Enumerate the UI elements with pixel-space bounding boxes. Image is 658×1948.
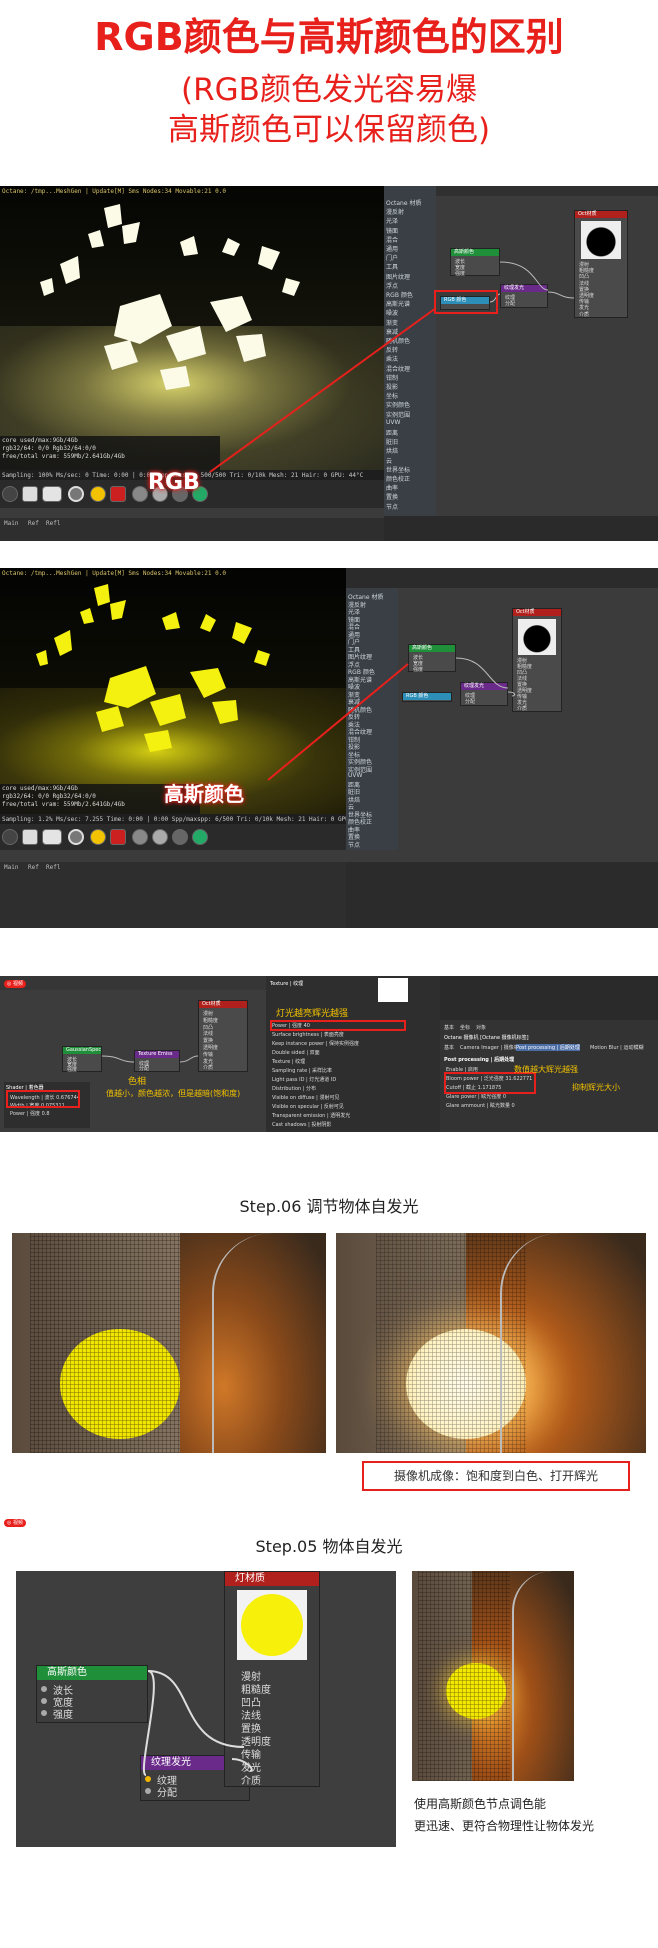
callout-box-shader xyxy=(6,1090,80,1108)
arch-frame xyxy=(500,1233,646,1453)
property-row[interactable]: Distribution | 分布 xyxy=(272,1085,316,1092)
arch-frame xyxy=(212,1233,326,1453)
annotation-bloom: 数值越大辉光越强 xyxy=(514,1065,578,1074)
post-row[interactable]: Glare power | 眩光强度 0 xyxy=(446,1093,506,1100)
callout-box-bloom xyxy=(444,1072,536,1094)
object-manager xyxy=(440,976,658,1020)
post-row[interactable]: Glare ammount | 眩光数量 0 xyxy=(446,1102,515,1109)
video-badge: ◎ 视频 xyxy=(4,980,26,988)
property-row[interactable]: Visible on diffuse | 漫射可见 xyxy=(272,1094,339,1101)
node-wires xyxy=(142,1670,253,1776)
callout-arrow xyxy=(209,307,437,473)
tab-object[interactable]: 对象 xyxy=(476,1024,486,1031)
step05-title: Step.05 物体自发光 xyxy=(255,1537,403,1556)
gauss-label: 高斯颜色 xyxy=(164,782,244,806)
callout-box-power xyxy=(270,1020,406,1031)
annotation-cutoff: 抑制辉光大小 xyxy=(572,1083,620,1092)
page-subtitle-1: (RGB颜色发光容易爆 xyxy=(181,72,477,108)
settings-screenshot: ◎ 视频 GaussianSpec 波长 宽度 强度 Texture Emiss… xyxy=(0,976,658,1132)
tab-coord[interactable]: 坐标 xyxy=(460,1024,470,1031)
header: RGB颜色与高斯颜色的区别 (RGB颜色发光容易爆 高斯颜色可以保留颜色) xyxy=(0,0,658,182)
bottom-controls xyxy=(384,516,658,541)
step06-title: Step.06 调节物体自发光 xyxy=(239,1197,419,1216)
post-title: Post processing | 后期处理 xyxy=(444,1057,515,1063)
property-row[interactable]: Transparent emission | 透明发光 xyxy=(272,1112,350,1119)
annotation-saturation: 值越小，颜色越浓，但是越暗(饱和度) xyxy=(106,1089,241,1098)
video-badge: ◎ 视频 xyxy=(4,1519,26,1527)
texture-tab[interactable]: Texture | 纹理 xyxy=(270,980,303,987)
camera-panel: 基本 坐标 对象 Octane 摄像机 [Octane 摄像机标签] 基本 Ca… xyxy=(440,976,658,1132)
camera-tab[interactable]: Motion Blur | 运动模糊 xyxy=(590,1044,643,1051)
annotation-power: 灯光越亮辉光越强 xyxy=(276,1009,349,1019)
tab-basic[interactable]: 基本 xyxy=(444,1024,454,1031)
step06-caption: 摄像机成像：饱和度到白色、打开辉光 xyxy=(362,1461,630,1491)
page-subtitle-2: 高斯颜色可以保留颜色) xyxy=(167,112,491,148)
node-editor[interactable]: GaussianSpec 波长 宽度 强度 Texture Emiss 纹理 分… xyxy=(0,990,266,1132)
annotation-hue: 色相 xyxy=(128,1077,147,1087)
property-row[interactable]: Keep instance power | 保持实例强度 xyxy=(272,1040,359,1047)
render-step05 xyxy=(412,1571,574,1781)
texture-panel: Texture | 纹理 灯光越亮辉光越强 Power | 强度 40 Surfa… xyxy=(266,976,440,1132)
mesh-grille xyxy=(418,1571,510,1781)
property-row[interactable]: Light pass ID | 灯光通道 ID xyxy=(272,1076,336,1083)
camera-title: Octane 摄像机 [Octane 摄像机标签] xyxy=(444,1035,529,1041)
mesh-grille xyxy=(30,1233,180,1453)
octane-screenshot-rgb: Octane: /tmp...MeshGen | Update[M] Sms N… xyxy=(0,186,658,541)
property-row[interactable]: Sampling rate | 采样比率 xyxy=(272,1067,332,1074)
step05-desc-1: 使用高斯颜色节点调色能 xyxy=(414,1797,547,1811)
texture-preview xyxy=(378,978,408,1002)
camera-tab-post[interactable]: Post processing | 后期处理 xyxy=(516,1044,580,1051)
property-row[interactable]: Visible on specular | 反射可见 xyxy=(272,1103,344,1110)
render-after xyxy=(336,1233,646,1453)
step05-desc-2: 更迅速、更符合物理性让物体发光 xyxy=(414,1819,595,1833)
octane-screenshot-gauss: Octane: /tmp...MeshGen | Update[M] Sms N… xyxy=(0,568,658,928)
property-row[interactable]: Surface brightness | 表面亮度 xyxy=(272,1031,344,1038)
property-row[interactable]: Cast shadows | 投射阴影 xyxy=(272,1121,331,1128)
property-row[interactable]: Texture | 纹理 xyxy=(272,1058,305,1065)
node-editor-large[interactable]: 高斯颜色 波长 宽度 强度 纹理发光 纹理 分配 灯材质 漫射 粗糙度 凹凸 法线 置换… xyxy=(16,1571,396,1847)
property-row[interactable]: Double sided | 双面 xyxy=(272,1049,320,1056)
attribute-panel xyxy=(346,862,658,928)
rgb-label: RGB xyxy=(148,470,200,495)
render-before xyxy=(12,1233,326,1453)
camera-tab[interactable]: 基本 xyxy=(444,1044,454,1051)
page-title: RGB颜色与高斯颜色的区别 xyxy=(94,15,564,59)
shader-row[interactable]: Power | 强度 0.8 xyxy=(10,1110,50,1117)
arch-frame xyxy=(512,1571,574,1781)
